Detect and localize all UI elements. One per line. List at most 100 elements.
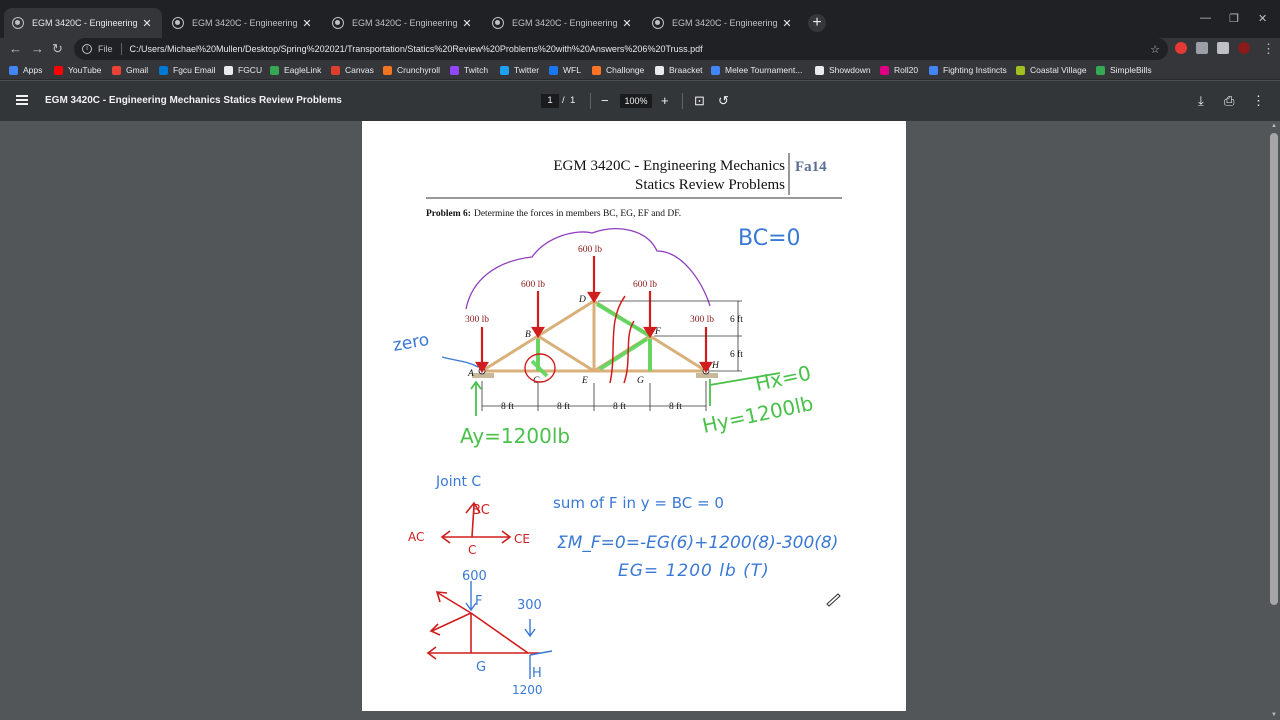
bookmark-item[interactable]: Braacket bbox=[655, 64, 703, 76]
hw-c-label: C bbox=[468, 543, 476, 557]
bookmark-label: Gmail bbox=[126, 65, 149, 75]
bookmark-item[interactable]: Coastal Village bbox=[1016, 64, 1087, 76]
zoom-in-button[interactable]: + bbox=[661, 93, 669, 109]
browser-tab[interactable]: EGM 3420C - Engineering Mechanics ✕ bbox=[484, 8, 642, 38]
bookmark-item[interactable]: Apps bbox=[9, 64, 42, 76]
browser-tab[interactable]: EGM 3420C - Engineering Mechanics ✕ bbox=[324, 8, 482, 38]
globe-icon bbox=[332, 17, 344, 29]
url-text[interactable]: C:/Users/Michael%20Mullen/Desktop/Spring… bbox=[130, 44, 703, 54]
close-window-icon[interactable]: ✕ bbox=[1258, 12, 1267, 25]
bookmark-item[interactable]: Crunchyroll bbox=[383, 64, 440, 76]
hw-joint-c: Joint C bbox=[435, 474, 481, 490]
bookmark-item[interactable]: EagleLink bbox=[270, 64, 321, 76]
vertical-scrollbar[interactable]: ▲ ▼ bbox=[1268, 121, 1280, 720]
bookmark-label: Apps bbox=[23, 65, 43, 75]
print-icon[interactable]: ⎙ bbox=[1224, 93, 1234, 109]
joint-label-b: B bbox=[525, 330, 531, 340]
bookmark-item[interactable]: YouTube bbox=[54, 64, 101, 76]
zero-pointer bbox=[441, 356, 479, 368]
bookmark-item[interactable]: Roll20 bbox=[880, 64, 918, 76]
joint-label-a: A bbox=[467, 369, 474, 379]
bookmark-item[interactable]: Fgcu Email bbox=[159, 64, 216, 76]
load-label-b: 600 lb bbox=[521, 280, 545, 290]
eg-result: EG= 1200 lb (T) bbox=[618, 561, 770, 581]
avatar[interactable] bbox=[1238, 42, 1250, 54]
scheme-label: File bbox=[98, 44, 113, 54]
globe-icon bbox=[172, 17, 184, 29]
address-bar[interactable]: i File C:/Users/Michael%20Mullen/Desktop… bbox=[74, 38, 1168, 60]
handwritten-notes: BC=0 zero Hx=0 Ay=1200lb Hy=1200lb bbox=[391, 226, 815, 448]
hw-ay: Ay=1200lb bbox=[460, 424, 570, 448]
bookmark-item[interactable]: WFL bbox=[549, 64, 581, 76]
fit-to-page-icon[interactable]: ⊡ bbox=[694, 93, 705, 109]
close-tab-icon[interactable]: ✕ bbox=[300, 17, 314, 30]
reload-icon[interactable]: ↻ bbox=[52, 40, 63, 58]
bookmark-item[interactable]: Challonge bbox=[592, 64, 644, 76]
tab-title: EGM 3420C - Engineering Mechanics bbox=[352, 18, 460, 28]
browser-tab[interactable]: EGM 3420C - Engineering Mechanics ✕ bbox=[4, 8, 162, 38]
close-tab-icon[interactable]: ✕ bbox=[620, 17, 634, 30]
page-number-input[interactable]: 1 bbox=[541, 94, 559, 108]
puzzle-icon[interactable] bbox=[1217, 42, 1229, 54]
menu-icon[interactable] bbox=[16, 95, 28, 105]
bookmark-label: Coastal Village bbox=[1030, 65, 1087, 75]
load-label-a: 300 lb bbox=[465, 315, 489, 325]
extension-icon[interactable] bbox=[1175, 42, 1187, 54]
bookmark-item[interactable]: Twitch bbox=[450, 64, 488, 76]
menu-kebab-icon[interactable]: ⋮ bbox=[1262, 40, 1275, 58]
tab-title: EGM 3420C - Engineering Mechanics bbox=[512, 18, 620, 28]
more-options-icon[interactable]: ⋮ bbox=[1252, 93, 1265, 109]
typed-note: sum of F in y = BC = 0 bbox=[553, 494, 724, 512]
bookmark-star-icon[interactable]: ☆ bbox=[1150, 43, 1160, 56]
hw-bc-zero: BC=0 bbox=[738, 226, 801, 251]
bookmark-icon bbox=[1096, 65, 1105, 75]
hw-f-label: F bbox=[475, 594, 482, 609]
bookmark-icon bbox=[159, 65, 168, 75]
close-tab-icon[interactable]: ✕ bbox=[460, 17, 474, 30]
span-label: 8 ft bbox=[669, 401, 682, 412]
bookmark-item[interactable]: FGCU bbox=[224, 64, 262, 76]
back-icon[interactable]: ← bbox=[9, 40, 22, 58]
bookmark-item[interactable]: SimpleBills bbox=[1096, 64, 1152, 76]
bookmark-icon bbox=[711, 65, 720, 75]
span-label: 8 ft bbox=[613, 401, 626, 412]
shield-icon[interactable] bbox=[1196, 42, 1208, 54]
bookmark-item[interactable]: Fighting Instincts bbox=[929, 64, 1007, 76]
tab-strip: EGM 3420C - Engineering Mechanics ✕ EGM … bbox=[0, 0, 1280, 38]
bookmark-item[interactable]: Twitter bbox=[500, 64, 539, 76]
hw-h1200: 1200 bbox=[512, 683, 543, 697]
rotate-icon[interactable]: ↺ bbox=[718, 93, 729, 109]
download-icon[interactable]: ⤓ bbox=[1198, 93, 1204, 109]
bookmark-icon bbox=[112, 65, 121, 75]
zoom-out-button[interactable]: − bbox=[601, 93, 609, 109]
joint-label-d: D bbox=[578, 295, 586, 305]
bookmark-icon bbox=[331, 65, 340, 75]
scrollbar-thumb[interactable] bbox=[1270, 133, 1278, 605]
bookmark-item[interactable]: Showdown bbox=[815, 64, 871, 76]
restore-icon[interactable]: ❐ bbox=[1229, 12, 1239, 25]
bookmark-item[interactable]: Canvas bbox=[331, 64, 374, 76]
close-tab-icon[interactable]: ✕ bbox=[140, 17, 154, 30]
browser-tab[interactable]: EGM 3420C - Engineering Mechanics ✕ bbox=[164, 8, 322, 38]
bookmark-icon bbox=[1016, 65, 1025, 75]
bookmark-item[interactable]: Gmail bbox=[112, 64, 148, 76]
pdf-viewer[interactable]: EGM 3420C - Engineering Mechanics Static… bbox=[0, 121, 1280, 720]
browser-tab[interactable]: EGM 3420C - Engineering Mechanics ✕ bbox=[644, 8, 802, 38]
tab-title: EGM 3420C - Engineering Mechanics bbox=[672, 18, 780, 28]
zoom-input[interactable]: 100% bbox=[620, 94, 652, 108]
pdf-page: EGM 3420C - Engineering Mechanics Static… bbox=[362, 121, 906, 711]
bookmark-label: Showdown bbox=[829, 65, 871, 75]
forward-icon[interactable]: → bbox=[31, 40, 44, 58]
moment-equation: ΣM_F=0=-EG(6)+1200(8)-300(8) bbox=[557, 533, 839, 553]
info-icon[interactable]: i bbox=[82, 44, 92, 54]
scroll-up-icon[interactable]: ▲ bbox=[1268, 121, 1280, 131]
globe-icon bbox=[652, 17, 664, 29]
bookmark-item[interactable]: Melee Tournament... bbox=[711, 64, 802, 76]
close-tab-icon[interactable]: ✕ bbox=[780, 17, 794, 30]
scroll-down-icon[interactable]: ▼ bbox=[1268, 710, 1280, 720]
divider bbox=[590, 93, 591, 109]
new-tab-button[interactable]: + bbox=[808, 14, 826, 32]
bookmark-icon bbox=[929, 65, 938, 75]
minimize-icon[interactable]: — bbox=[1200, 12, 1211, 24]
hw-g-label: G bbox=[476, 660, 486, 675]
